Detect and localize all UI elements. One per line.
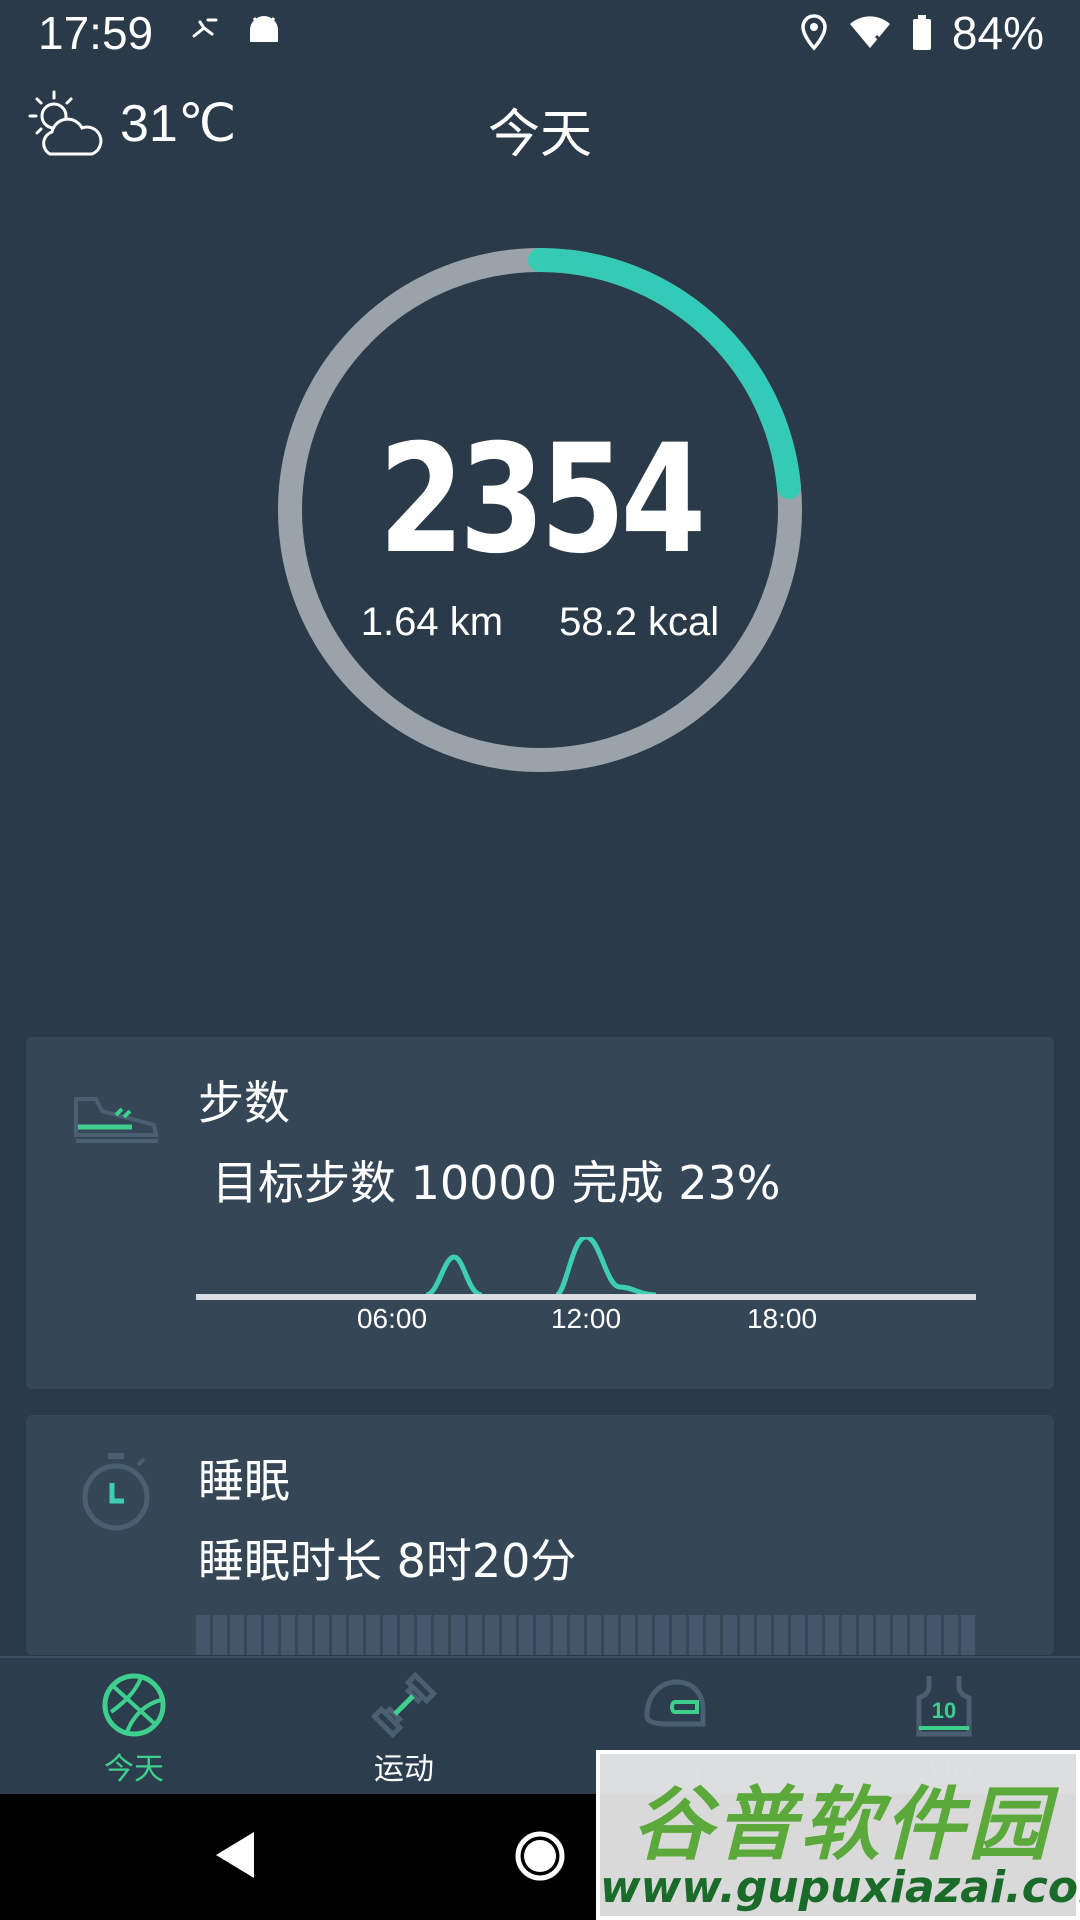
status-time: 17:59: [38, 7, 154, 59]
sleep-card[interactable]: 睡眠 睡眠时长 8时20分: [26, 1415, 1054, 1655]
watermark-name: 谷普软件园: [632, 1778, 1052, 1871]
home-icon[interactable]: [514, 1830, 566, 1882]
back-icon[interactable]: [214, 1830, 258, 1880]
header: 31℃ 今天: [0, 80, 1080, 180]
battery-percent: 84%: [951, 7, 1044, 59]
sneaker-icon: [74, 1097, 159, 1143]
watermark: 谷普软件园 www.gupuxiazai.com: [596, 1750, 1080, 1920]
step-progress-ring[interactable]: 2354 1.64 km 58.2 kcal: [270, 240, 810, 780]
nav-label-today: 今天: [104, 1752, 164, 1787]
sleep-timeline: [196, 1615, 976, 1655]
status-system-icons: 84%: [800, 6, 1044, 60]
watermark-url: www.gupuxiazai.com: [600, 1862, 1080, 1913]
axis-label-1800: 18:00: [746, 1303, 818, 1334]
steps-goal-text: 目标步数 10000 完成 23%: [212, 1156, 781, 1210]
steps-card[interactable]: 步数 目标步数 10000 完成 23% 06:00 12:00 18:00: [26, 1037, 1054, 1389]
page-title: 今天: [487, 105, 592, 165]
battery-icon: [912, 15, 931, 50]
wifi-icon: [849, 16, 890, 48]
status-notifications: [190, 14, 282, 44]
axis-label-0600: 06:00: [356, 1303, 428, 1334]
basketball-icon: [102, 1673, 166, 1737]
jersey-icon: 10: [916, 1676, 972, 1737]
nav-label-sport: 运动: [374, 1752, 434, 1787]
android-icon: [250, 16, 278, 42]
status-bar: 17:59 84%: [0, 0, 1080, 66]
step-count: 2354: [378, 413, 707, 587]
dumbbell-icon: [371, 1672, 437, 1738]
stopwatch-icon: [82, 1453, 150, 1531]
helmet-icon: [644, 1679, 706, 1727]
sleep-duration-text: 睡眠时长 8时20分: [198, 1534, 577, 1588]
sleep-card-title: 睡眠: [198, 1454, 290, 1508]
steps-card-title: 步数: [198, 1076, 290, 1130]
distance-value: 1.64 km: [360, 600, 504, 644]
steps-chart-graphic: [196, 1234, 976, 1300]
nav-item-sport[interactable]: 运动: [304, 1672, 504, 1788]
svg-text:10: 10: [932, 1698, 956, 1723]
nav-item-today[interactable]: 今天: [34, 1672, 234, 1788]
location-icon: [801, 14, 827, 51]
axis-label-1200: 12:00: [550, 1303, 622, 1334]
calories-value: 58.2 kcal: [559, 600, 720, 644]
sports-notification-icon: [192, 18, 218, 38]
ring-stats: 1.64 km 58.2 kcal: [270, 600, 810, 645]
steps-mini-chart: 06:00 12:00 18:00: [196, 1234, 976, 1337]
